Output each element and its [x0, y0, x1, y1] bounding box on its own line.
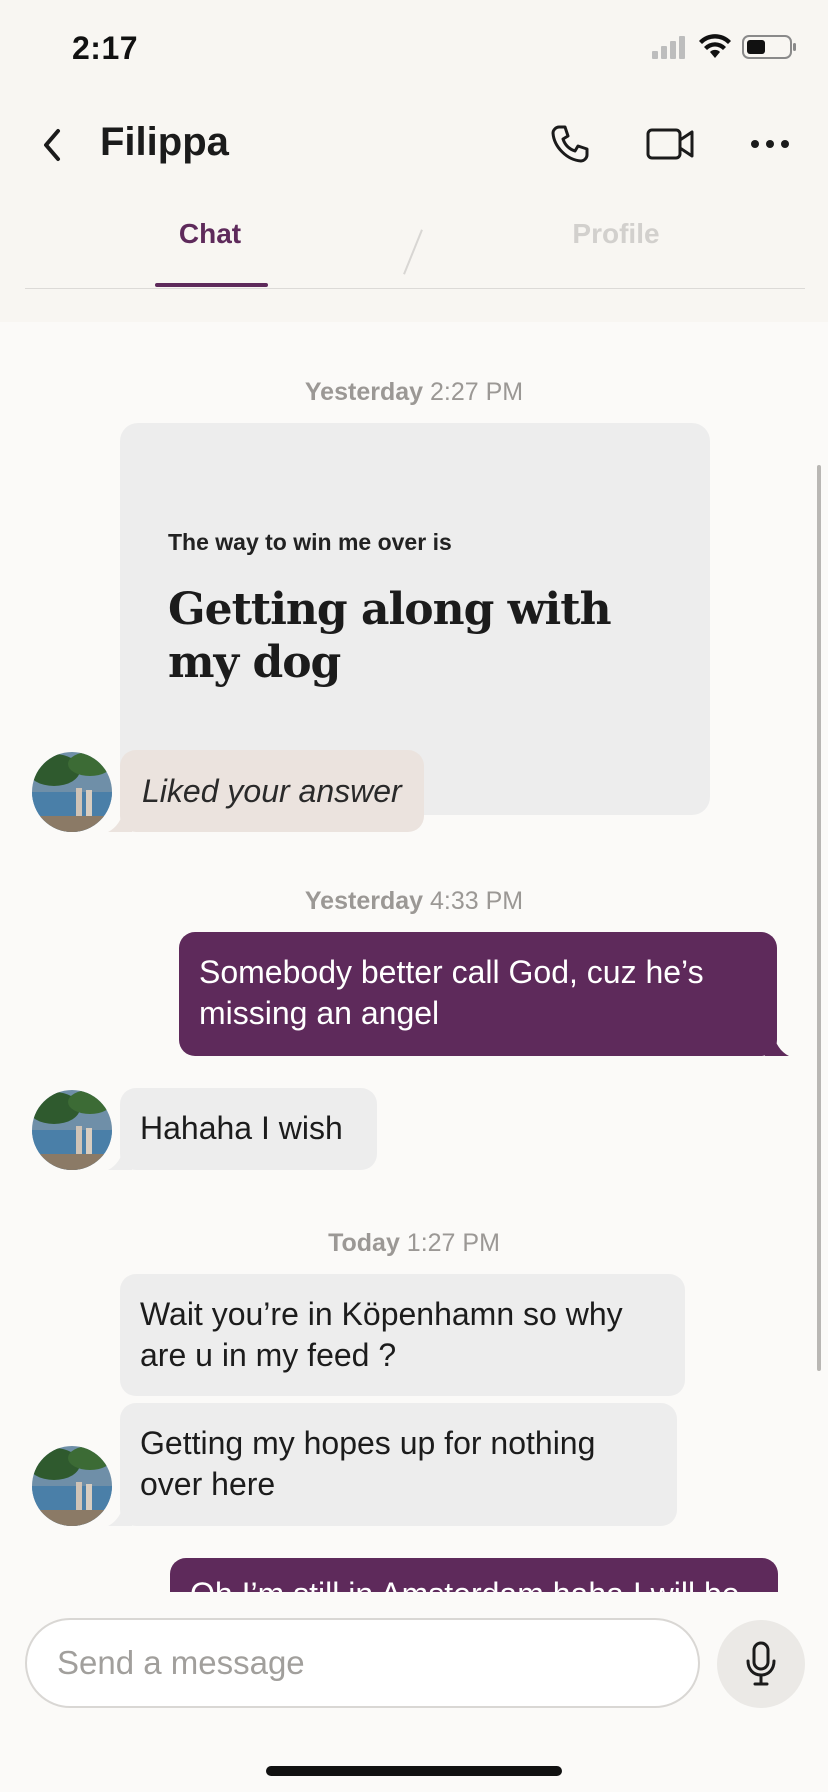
home-indicator: [266, 1766, 562, 1776]
status-icons: [652, 34, 798, 60]
liked-answer-label: Liked your answer: [120, 750, 424, 832]
video-call-button[interactable]: [638, 112, 702, 176]
more-options-button[interactable]: [738, 112, 802, 176]
phone-icon: [551, 125, 589, 163]
timestamp: Yesterday 4:33 PM: [0, 887, 828, 916]
cellular-signal-icon: [652, 36, 685, 59]
tab-divider: [25, 288, 805, 289]
status-time: 2:17: [72, 30, 139, 66]
incoming-message[interactable]: Hahaha I wish: [120, 1088, 377, 1170]
avatar[interactable]: [32, 1090, 112, 1170]
timestamp-day: Yesterday: [304, 378, 424, 406]
voice-call-button[interactable]: [538, 112, 602, 176]
active-tab-indicator: [155, 283, 268, 287]
outgoing-message[interactable]: Somebody better call God, cuz he’s missi…: [179, 932, 777, 1056]
avatar-photo: [32, 1090, 112, 1170]
incoming-message[interactable]: Getting my hopes up for nothing over her…: [120, 1403, 677, 1526]
chat-screen: 2:17 Filippa Chat Profile Yesterday 2:27…: [0, 0, 828, 1792]
video-camera-icon: [646, 128, 694, 160]
avatar[interactable]: [32, 752, 112, 832]
incoming-message[interactable]: Wait you’re in Köpenhamn so why are u in…: [120, 1274, 685, 1396]
avatar[interactable]: [32, 1446, 112, 1526]
bubble-tail: [765, 1032, 789, 1056]
voice-message-button[interactable]: [717, 1620, 805, 1708]
prompt-question: The way to win me over is: [168, 529, 452, 555]
timestamp-time: 2:27 PM: [429, 378, 524, 406]
tab-profile[interactable]: Profile: [536, 218, 696, 250]
conversation-title: Filippa: [100, 120, 229, 164]
timestamp-time: 4:33 PM: [429, 887, 524, 915]
wifi-icon: [699, 34, 731, 58]
timestamp-time: 1:27 PM: [406, 1229, 500, 1257]
more-dots-icon: [751, 140, 789, 148]
timestamp: Yesterday 2:27 PM: [0, 378, 828, 407]
microphone-icon: [746, 1641, 776, 1686]
chevron-left-icon: [44, 129, 60, 161]
avatar-photo: [32, 752, 112, 832]
timestamp-day: Today: [328, 1229, 400, 1257]
avatar-photo: [32, 1446, 112, 1526]
message-input[interactable]: [25, 1618, 700, 1708]
timestamp: Today 1:27 PM: [0, 1229, 828, 1258]
tab-chat[interactable]: Chat: [130, 218, 290, 250]
prompt-answer: Getting along with my dog: [168, 584, 612, 688]
battery-icon: [742, 35, 796, 59]
timestamp-day: Yesterday: [304, 887, 424, 915]
back-button[interactable]: [32, 120, 72, 170]
